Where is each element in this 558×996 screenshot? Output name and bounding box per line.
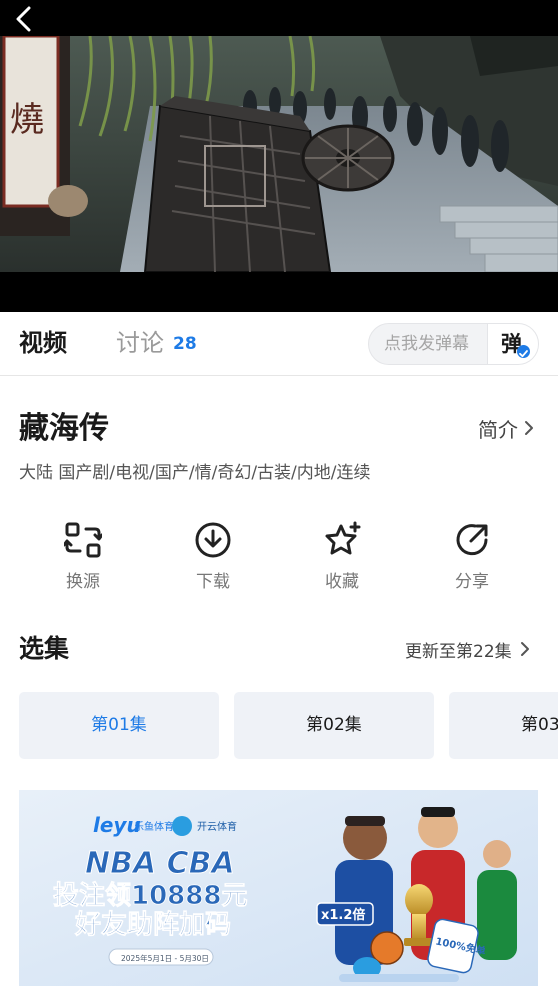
episode-item[interactable]: 第02集: [234, 692, 434, 759]
switch-source-icon: [64, 522, 102, 558]
download-button[interactable]: 下载: [173, 517, 253, 597]
show-tags: 大陆 国产剧/电视/国产/情/奇幻/古装/内地/连续: [19, 463, 371, 483]
share-icon: [456, 524, 488, 556]
sign-text: 燒: [10, 100, 44, 140]
star-icon: [325, 521, 361, 555]
download-label: 下载: [196, 572, 230, 592]
switch-source-label: 换源: [66, 572, 100, 592]
episode-item[interactable]: 第01集: [19, 692, 219, 759]
share-button[interactable]: 分享: [432, 517, 512, 597]
banner-line3: 好友助阵加码: [74, 910, 231, 940]
tab-video[interactable]: 视频: [19, 328, 67, 358]
check-icon: [517, 345, 530, 358]
banner-date: 2025年5月1日 - 5月30日: [121, 953, 209, 963]
discuss-count-badge: 28: [173, 334, 197, 354]
chevron-right-icon: [520, 642, 529, 656]
show-title: 藏海传: [19, 411, 109, 446]
banner-line2: 投注领10888元: [53, 880, 247, 911]
kaiyun-logo-icon: [172, 816, 192, 836]
tab-discuss[interactable]: 讨论: [116, 328, 164, 358]
episodes-update-text: 更新至第22集: [405, 641, 512, 662]
episodes-heading: 选集: [19, 634, 70, 663]
favorite-label: 收藏: [325, 572, 359, 592]
danmaku-bar: 弹: [368, 323, 539, 365]
episode-label: 第03: [521, 715, 558, 735]
chevron-right-icon: [525, 421, 533, 435]
download-icon: [195, 522, 231, 558]
episode-label: 第01集: [91, 715, 147, 735]
episode-item[interactable]: 第03: [449, 692, 558, 759]
brand-kaiyun: 开云体育: [197, 820, 237, 833]
banner-line1: NBA CBA: [85, 846, 235, 881]
danmaku-toggle-button[interactable]: 弹: [487, 324, 538, 364]
ad-banner[interactable]: leyu 乐鱼体育 开云体育 NBA CBA 投注领10888元 好友助阵加码 …: [19, 790, 538, 986]
video-player[interactable]: 燒: [0, 0, 558, 312]
danmaku-input[interactable]: [369, 324, 487, 364]
brand-leyu-cn: 乐鱼体育: [134, 820, 174, 833]
banner-multiplier: x1.2倍: [321, 907, 365, 923]
favorite-button[interactable]: 收藏: [302, 517, 382, 597]
intro-label: 简介: [478, 417, 518, 442]
video-frame[interactable]: 燒: [0, 36, 558, 272]
ad-banner-art: leyu 乐鱼体育 开云体育 NBA CBA 投注领10888元 好友助阵加码 …: [19, 790, 538, 986]
switch-source-button[interactable]: 换源: [43, 517, 123, 597]
episode-label: 第02集: [306, 715, 362, 735]
chevron-left-icon: [16, 6, 31, 32]
basketball-icon: [370, 931, 404, 965]
back-button[interactable]: [14, 4, 50, 34]
episodes-update-link[interactable]: 更新至第22集: [405, 636, 530, 662]
intro-link[interactable]: 简介: [478, 414, 534, 442]
share-label: 分享: [455, 572, 489, 592]
